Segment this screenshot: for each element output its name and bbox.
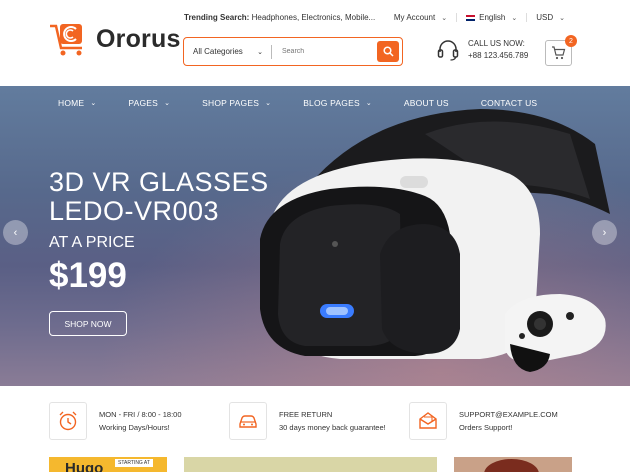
feature-icon-box <box>409 402 447 440</box>
feature-title: SUPPORT@EXAMPLE.COM <box>459 410 558 419</box>
currency-label: USD <box>536 13 554 22</box>
search-button[interactable] <box>377 41 399 62</box>
promo-banner-3[interactable] <box>454 457 572 472</box>
brand-name: Ororus <box>96 24 181 53</box>
chevron-down-icon: ⌄ <box>265 99 272 107</box>
feature-return: FREE RETURN 30 days money back guarantee… <box>229 402 386 440</box>
trending-search: Trending Search: Headphones, Electronics… <box>184 13 375 22</box>
alarm-clock-icon <box>59 411 77 431</box>
nav-item-blog-pages[interactable]: BLOG PAGES ⌄ <box>303 98 372 108</box>
cart-button[interactable]: 2 <box>545 35 577 66</box>
trending-label: Trending Search: <box>184 13 250 22</box>
promo-banner-2[interactable] <box>184 457 437 472</box>
language-dropdown[interactable]: English ⌄ <box>456 13 526 22</box>
my-account-label: My Account <box>393 13 436 22</box>
hero-title-line1: 3D VR GLASSES <box>49 167 269 197</box>
promo-starting-text: STARTING AT <box>115 459 153 467</box>
cart-count-badge: 2 <box>565 35 577 47</box>
nav-item-label: SHOP PAGES <box>202 97 260 108</box>
uk-flag-icon <box>466 14 476 21</box>
promo-banner-1[interactable]: Hugo STARTING AT <box>49 457 167 472</box>
car-icon <box>239 415 257 428</box>
slider-prev-button[interactable]: ‹ <box>3 220 28 245</box>
hero-slider: HOME ⌄ PAGES ⌄ SHOP PAGES ⌄ BLOG PAGES ⌄ ABO… <box>0 86 630 386</box>
nav-item-pages[interactable]: PAGES ⌄ <box>128 98 170 108</box>
search-input[interactable] <box>282 48 368 55</box>
slider-next-button[interactable]: › <box>592 220 617 245</box>
feature-subtitle: Working Days/Hours! <box>99 423 170 432</box>
feature-support: SUPPORT@EXAMPLE.COM Orders Support! <box>409 402 558 440</box>
nav-item-label: PAGES <box>128 97 159 108</box>
language-label: English <box>479 13 506 22</box>
model-image <box>484 459 539 472</box>
chevron-down-icon: ⌄ <box>164 99 171 107</box>
envelope-icon <box>419 412 437 429</box>
chevron-right-icon: › <box>602 226 607 239</box>
nav-item-label: HOME <box>58 97 85 108</box>
nav-item-home[interactable]: HOME ⌄ <box>58 98 96 108</box>
nav-item-shop-pages[interactable]: SHOP PAGES ⌄ <box>202 98 271 108</box>
chevron-down-icon: ⌄ <box>90 99 97 107</box>
cart-icon <box>552 46 566 60</box>
nav-item-contact-us[interactable]: CONTACT US <box>481 98 537 108</box>
feature-hours: MON - FRI / 8:00 - 18:00 Working Days/Ho… <box>49 402 182 440</box>
features-bar: MON - FRI / 8:00 - 18:00 Working Days/Ho… <box>0 386 630 446</box>
my-account-dropdown[interactable]: My Account ⌄ <box>385 13 456 22</box>
cart-logo-icon <box>50 24 82 56</box>
nav-item-about-us[interactable]: ABOUT US <box>404 98 449 108</box>
shop-now-button[interactable]: SHOP NOW <box>49 311 127 336</box>
hero-title-line2: LEDO-VR003 <box>49 196 220 226</box>
chevron-down-icon: ⌄ <box>257 48 263 56</box>
hero-price-label: AT A PRICE <box>49 234 135 251</box>
phone-number[interactable]: +88 123.456.789 <box>468 50 528 62</box>
search-icon <box>382 46 394 57</box>
nav-item-label: CONTACT US <box>480 97 538 108</box>
chevron-down-icon: ⌄ <box>559 14 565 22</box>
promo-brand-text: Hugo <box>65 460 104 472</box>
category-select[interactable]: All Categories ⌄ <box>184 44 272 59</box>
main-nav: HOME ⌄ PAGES ⌄ SHOP PAGES ⌄ BLOG PAGES ⌄ ABO… <box>0 86 630 119</box>
category-label: All Categories <box>193 47 243 56</box>
feature-subtitle: 30 days money back guarantee! <box>279 423 386 432</box>
feature-title: FREE RETURN <box>279 410 333 419</box>
hero-price: $199 <box>49 256 127 295</box>
top-links: My Account ⌄ English ⌄ USD ⌄ <box>385 13 574 22</box>
feature-icon-box <box>49 402 87 440</box>
feature-icon-box <box>229 402 267 440</box>
chevron-left-icon: ‹ <box>13 226 18 239</box>
feature-title: MON - FRI / 8:00 - 18:00 <box>99 410 182 419</box>
call-us: CALL US NOW: +88 123.456.789 <box>436 38 528 62</box>
chevron-down-icon: ⌄ <box>365 99 372 107</box>
site-header: Ororus Trending Search: Headphones, Elec… <box>0 0 630 86</box>
chevron-down-icon: ⌄ <box>511 14 518 22</box>
headset-icon <box>437 40 459 61</box>
search-bar: All Categories ⌄ <box>183 37 403 66</box>
feature-subtitle: Orders Support! <box>459 423 513 432</box>
chevron-down-icon: ⌄ <box>441 14 448 22</box>
nav-item-label: BLOG PAGES <box>303 97 360 108</box>
currency-dropdown[interactable]: USD ⌄ <box>526 13 574 22</box>
logo[interactable]: Ororus <box>48 20 181 58</box>
vr-headset-image <box>260 109 610 372</box>
trending-terms[interactable]: Headphones, Electronics, Mobile... <box>252 13 376 22</box>
hero-title: 3D VR GLASSES LEDO-VR003 <box>49 168 269 226</box>
call-label: CALL US NOW: <box>468 39 525 48</box>
nav-item-label: ABOUT US <box>403 97 449 108</box>
